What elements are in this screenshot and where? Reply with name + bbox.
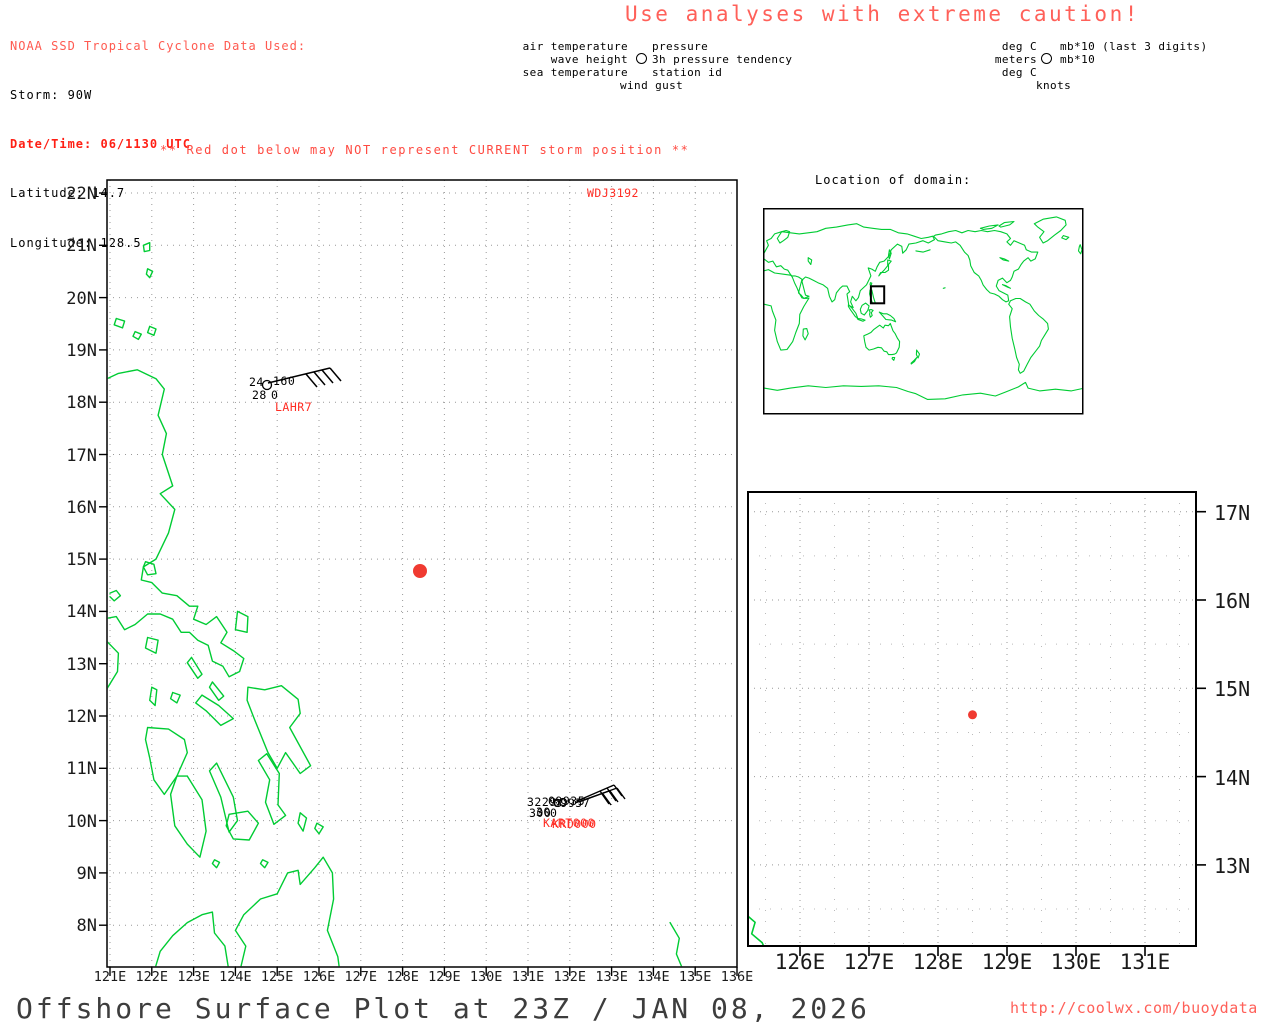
legend-sea-temp-unit: deg C: [1001, 66, 1037, 79]
main-map-lat-label: 14N: [66, 602, 97, 623]
main-map-lon-label: 131E: [511, 969, 545, 985]
legend-wave-height-unit: meters: [994, 53, 1037, 66]
main-map-lon-label: 121E: [93, 969, 127, 985]
main-map-lon-label: 126E: [302, 969, 336, 985]
legend-wind-gust-label: wind gust: [620, 79, 684, 92]
station-id-wdj3192: WDJ3192: [587, 186, 639, 200]
cluster-station-id: KRD000: [552, 817, 597, 831]
zoom-map-lat-label: 15N: [1214, 677, 1251, 702]
main-map-lon-label: 124E: [219, 969, 252, 985]
zoom-map-lat-label: 16N: [1214, 589, 1251, 613]
main-map-canvas: [99, 179, 738, 976]
main-map-lat-label: 20N: [66, 288, 97, 309]
main-map-lon-label: 133E: [595, 969, 628, 985]
main-map-lon-label: 123E: [177, 969, 210, 985]
main-map-lat-label: 15N: [66, 550, 97, 571]
zoom-map-lat-label: 14N: [1214, 765, 1251, 790]
zoom-map-lon-label: 128E: [912, 950, 964, 974]
main-map-lon-label: 125E: [260, 969, 294, 985]
lahr7-sea-temp: 28: [252, 388, 267, 402]
zoom-map-lon-label: 129E: [981, 950, 1033, 974]
legend-sea-temp-label: sea temperature: [522, 66, 628, 79]
main-map-lon-label: 136E: [720, 969, 754, 985]
main-map-lat-label: 22N: [66, 184, 97, 204]
main-map-lat-label: 9N: [76, 863, 97, 884]
main-map-lat-label: 13N: [66, 654, 97, 675]
lahr7-pressure: 160: [273, 374, 296, 388]
plot-title: Offshore Surface Plot at 23Z / JAN 08, 2…: [16, 992, 870, 1024]
legend-wind-gust-unit: knots: [1036, 79, 1072, 92]
main-map-lat-label: 10N: [66, 811, 97, 832]
main-map-lon-label: 122E: [135, 969, 169, 985]
main-map-lon-label: 129E: [428, 969, 461, 985]
zoom-map-lat-label: 17N: [1214, 500, 1251, 525]
lahr7-air-temp: 24: [249, 375, 264, 389]
main-map-lon-label: 128E: [386, 969, 419, 985]
legend-air-temp-label: air temperature: [522, 40, 628, 53]
storm-info-source: NOAA SSD Tropical Cyclone Data Used:: [10, 38, 307, 53]
zoom-map-canvas: [747, 491, 1206, 956]
zoom-map-lon-label: 126E: [774, 950, 826, 974]
main-map-lat-label: 8N: [76, 916, 97, 937]
legend-pressure-unit: mb*10 (last 3 digits): [1060, 40, 1208, 53]
storm-position-warning: ** Red dot below may NOT represent CURRE…: [160, 143, 690, 157]
storm-position-dot-zoom: [968, 710, 977, 720]
legend-pressure-label: pressure: [652, 40, 709, 53]
zoom-map-lon-label: 130E: [1050, 950, 1102, 974]
cluster-value: 09957: [553, 796, 591, 810]
main-map-lon-label: 135E: [678, 969, 712, 985]
main-map-lat-label: 17N: [66, 445, 97, 466]
main-map-lon-label: 130E: [469, 969, 503, 985]
legend-air-temp-unit: deg C: [1001, 40, 1037, 53]
storm-info-id: Storm: 90W: [10, 88, 93, 103]
source-url-link[interactable]: http://coolwx.com/buoydata: [1010, 999, 1258, 1017]
storm-position-dot: [413, 564, 427, 578]
main-map-lat-label: 19N: [66, 340, 97, 361]
station-circle-icon: [636, 53, 647, 64]
main-map-lon-label: 127E: [344, 969, 378, 985]
main-map-lon-label: 132E: [553, 969, 587, 985]
weather-plot-page: NOAA SSD Tropical Cyclone Data Used: Sto…: [0, 0, 1280, 1024]
inset-title: Location of domain:: [815, 173, 972, 187]
world-inset-canvas: [763, 208, 1084, 415]
main-map-lat-label: 18N: [66, 393, 97, 414]
station-id-lahr7: LAHR7: [275, 400, 313, 414]
legend-station-id-label: station id: [652, 66, 723, 79]
main-map-lon-label: 134E: [637, 969, 670, 985]
legend-wave-height-label: wave height: [550, 53, 628, 66]
main-map-lat-label: 11N: [66, 759, 97, 780]
main-map-lat-label: 12N: [66, 707, 97, 727]
zoom-map-lon-label: 127E: [843, 950, 895, 974]
zoom-map-lat-label: 13N: [1214, 853, 1251, 878]
legend-tendency-unit: mb*10: [1060, 53, 1096, 66]
main-map-lat-label: 16N: [66, 497, 97, 518]
caution-headline: Use analyses with extreme caution!: [625, 2, 1140, 26]
legend-tendency-label: 3h pressure tendency: [652, 53, 793, 66]
main-map-lat-label: 21N: [66, 236, 97, 257]
station-circle-icon: [1041, 53, 1052, 64]
zoom-map-lon-label: 131E: [1119, 950, 1171, 974]
